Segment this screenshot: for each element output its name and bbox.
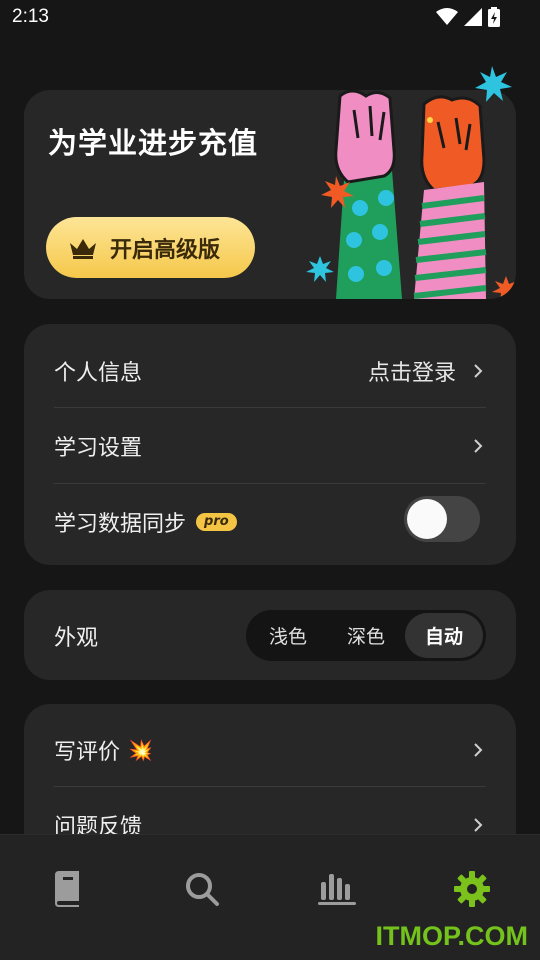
data-sync-toggle[interactable] xyxy=(404,496,480,542)
upgrade-button-label: 开启高级版 xyxy=(110,237,221,263)
wifi-icon xyxy=(436,8,458,25)
chevron-right-icon xyxy=(474,363,483,378)
status-bar: 2:13 xyxy=(0,0,540,36)
stats-icon xyxy=(318,874,356,905)
data-sync-label: 学习数据同步 xyxy=(54,511,187,537)
nav-settings[interactable] xyxy=(452,869,492,909)
promo-title: 为学业进步充值 xyxy=(48,126,259,160)
battery-icon xyxy=(488,7,500,27)
theme-option-auto[interactable]: 自动 xyxy=(405,613,483,658)
profile-row[interactable]: 个人信息 点击登录 xyxy=(54,333,486,408)
login-prompt[interactable]: 点击登录 xyxy=(368,355,456,387)
watermark-text: ITMOP.COM xyxy=(375,921,528,951)
sparkle-emoji: 💥 xyxy=(128,737,153,762)
theme-segmented-control: 浅色 深色 自动 xyxy=(246,610,486,661)
write-review-row[interactable]: 写评价 💥 xyxy=(54,712,486,787)
premium-promo-card[interactable]: 为学业进步充值 开启高级版 xyxy=(24,90,516,299)
toggle-knob xyxy=(407,499,447,539)
theme-option-light[interactable]: 浅色 xyxy=(249,613,327,658)
study-settings-label: 学习设置 xyxy=(54,435,143,461)
upgrade-premium-button[interactable]: 开启高级版 xyxy=(46,217,255,278)
account-settings-card: 个人信息 点击登录 学习设置 学习数据同步 pro xyxy=(24,324,516,565)
chevron-right-icon xyxy=(474,742,483,757)
appearance-label: 外观 xyxy=(54,625,99,651)
status-time: 2:13 xyxy=(12,6,49,27)
chevron-right-icon xyxy=(474,438,483,453)
nav-statistics[interactable] xyxy=(317,869,357,909)
raised-fists-illustration xyxy=(306,90,516,299)
profile-label: 个人信息 xyxy=(54,360,143,386)
pro-badge: pro xyxy=(196,512,237,531)
chevron-right-icon xyxy=(474,817,483,832)
nav-search[interactable] xyxy=(182,869,222,909)
star-decoration xyxy=(475,66,512,102)
nav-library[interactable] xyxy=(47,869,87,909)
crown-icon xyxy=(70,238,96,259)
theme-option-dark[interactable]: 深色 xyxy=(327,613,405,658)
settings-icon xyxy=(454,871,490,907)
appearance-card: 外观 浅色 深色 自动 xyxy=(24,590,516,680)
search-icon xyxy=(186,873,219,906)
signal-icon xyxy=(464,8,482,26)
status-icons xyxy=(436,7,500,27)
study-settings-row[interactable]: 学习设置 xyxy=(54,408,486,483)
book-icon xyxy=(55,871,79,907)
write-review-label: 写评价 xyxy=(54,739,121,765)
